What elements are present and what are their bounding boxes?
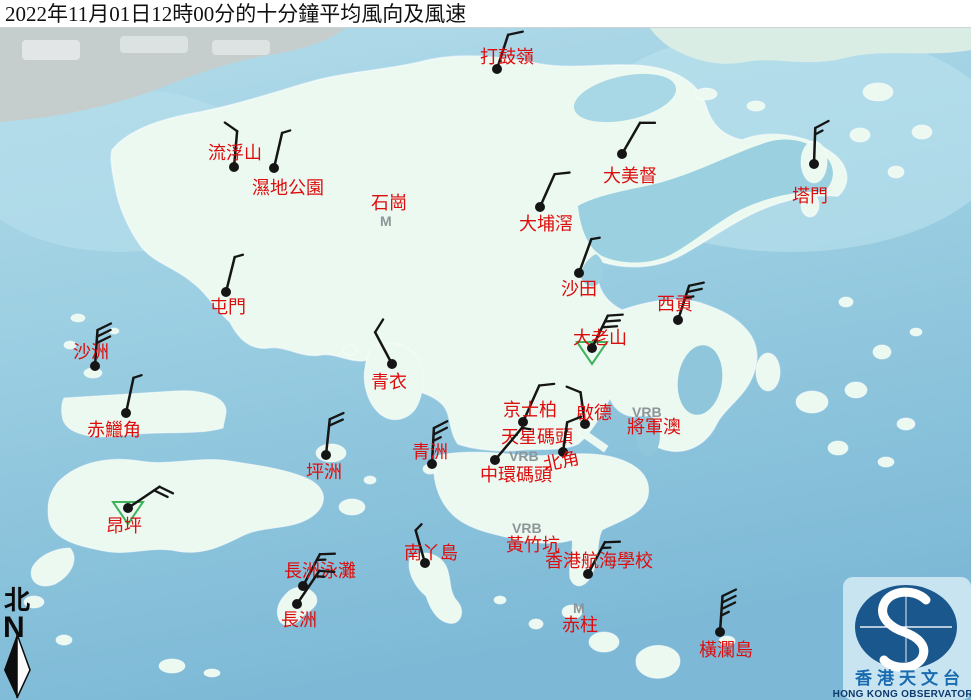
compass-north-letter: N <box>3 611 25 644</box>
station-label: 塔門 <box>792 186 828 207</box>
station-dot <box>269 163 279 173</box>
station-label: 南丫島 <box>404 543 458 564</box>
peng-chau-island <box>316 444 346 462</box>
station-label: 大美督 <box>603 166 657 187</box>
station-dot <box>221 287 231 297</box>
wind-barb-feather <box>316 576 324 577</box>
station-dot <box>292 599 302 609</box>
station-label: 京士柏 <box>503 400 557 421</box>
station-label: 天星碼頭 <box>501 427 573 448</box>
logo-chinese-name: 香港天文台 <box>855 668 965 689</box>
logo-english-name: HONG KONG OBSERVATORY <box>833 689 971 700</box>
wind-barb-feather <box>320 554 335 555</box>
wind-barb-feather <box>319 571 334 572</box>
station-label: 橫瀾島 <box>699 640 753 661</box>
variable-wind-label: VRB <box>512 520 542 536</box>
station-dot <box>121 408 131 418</box>
station-dot <box>809 159 819 169</box>
missing-data-label: M <box>573 600 585 616</box>
kau-sai-chau-island <box>756 353 780 391</box>
station-label: 啟德 <box>576 403 612 424</box>
station-label: 大埔滘 <box>519 214 573 235</box>
station-dot <box>123 503 133 513</box>
station-label: 昂坪 <box>106 516 142 537</box>
station-label: 香港航海學校 <box>545 551 653 572</box>
station-dot <box>673 315 683 325</box>
station-label: 沙洲 <box>73 342 109 363</box>
station-dot <box>715 627 725 637</box>
station-dot <box>574 268 584 278</box>
wind-barb-feather <box>591 238 599 239</box>
station-label: 赤鱲角 <box>87 420 141 441</box>
hong-kong-wind-map: 打鼓嶺流浮山濕地公園M石崗大美督塔門大埔滘沙田屯門西貢沙洲大老山青衣赤鱲角京士柏… <box>0 0 971 700</box>
station-label: 長洲 <box>281 610 317 631</box>
station-label: 中環碼頭 <box>480 465 552 486</box>
kau-yi-chau-island <box>364 476 376 484</box>
missing-data-label: M <box>380 213 392 229</box>
wind-barb-feather <box>605 542 620 543</box>
ma-wan-island <box>343 345 357 355</box>
station-label: 屯門 <box>210 297 246 318</box>
station-label: 西貢 <box>657 294 693 315</box>
station-label: 流浮山 <box>208 143 262 164</box>
station-label: 赤柱 <box>562 615 598 636</box>
wind-barb-feather <box>555 173 570 175</box>
wind-barb-feather <box>522 428 530 429</box>
station-label: 打鼓嶺 <box>480 47 534 68</box>
soko-islands <box>159 659 185 673</box>
wind-barb-feather <box>605 320 620 321</box>
port-island <box>850 128 870 142</box>
hko-logo: 香港天文台 HONG KONG OBSERVATORY <box>833 577 971 700</box>
station-label: 濕地公園 <box>252 178 324 199</box>
variable-wind-label: VRB <box>509 448 539 464</box>
high-island <box>796 391 828 413</box>
station-label: 坪洲 <box>306 462 342 483</box>
station-dot <box>490 455 500 465</box>
wind-map-page: 打鼓嶺流浮山濕地公園M石崗大美督塔門大埔滘沙田屯門西貢沙洲大老山青衣赤鱲角京士柏… <box>0 0 971 700</box>
station-label: 大老山 <box>573 328 627 349</box>
station-label: 石崗 <box>371 193 407 214</box>
station-dot <box>535 202 545 212</box>
station-dot <box>617 149 627 159</box>
po-toi-island <box>636 645 680 678</box>
title-bar: 2022年11月01日12時00分的十分鐘平均風向及風速 <box>0 0 971 28</box>
station-label: 沙田 <box>561 279 597 300</box>
hei-ling-chau-island <box>339 499 365 515</box>
station-dot <box>387 359 397 369</box>
station-label: 將軍澳 <box>627 417 681 438</box>
station-label: 青洲 <box>412 442 448 463</box>
wind-barb-feather <box>539 384 554 386</box>
map-title: 2022年11月01日12時00分的十分鐘平均風向及風速 <box>5 2 466 26</box>
wind-barb-feather <box>608 315 623 316</box>
station-label: 青衣 <box>371 372 407 393</box>
station-dot <box>321 450 331 460</box>
